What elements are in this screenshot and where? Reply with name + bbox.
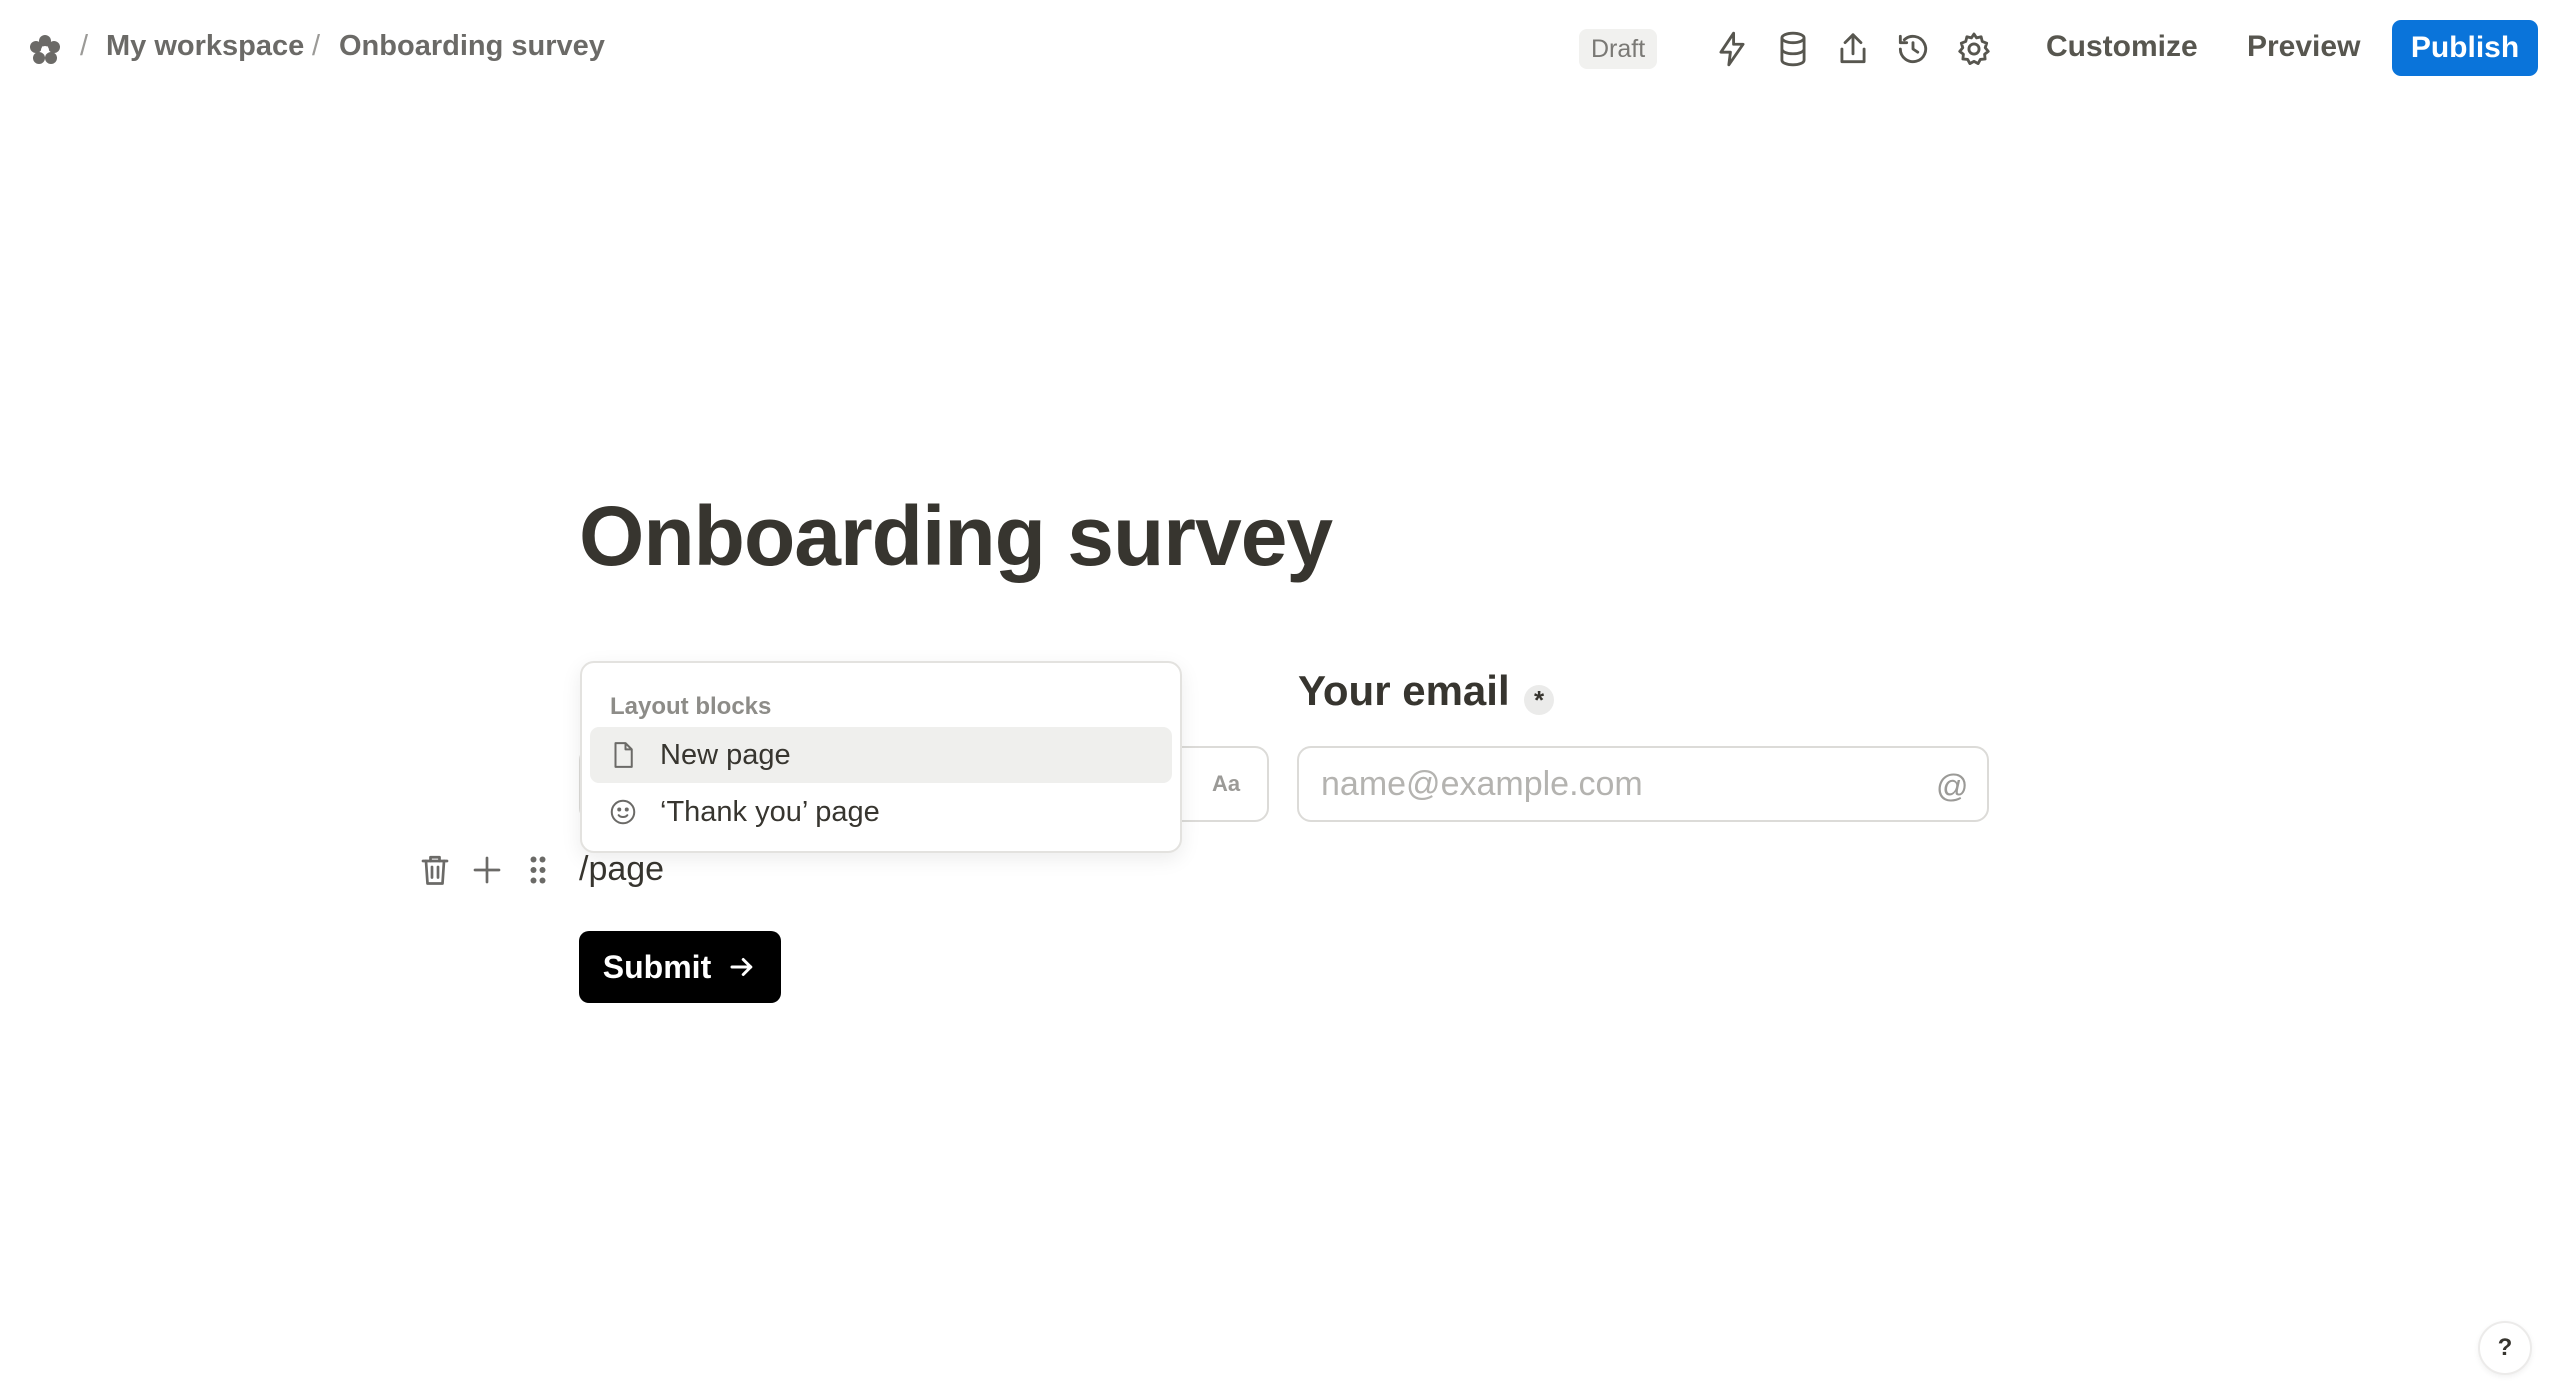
page-icon (614, 742, 633, 768)
menu-section-header: Layout blocks (610, 693, 772, 720)
required-icon[interactable]: * (1524, 685, 1554, 715)
add-block-icon[interactable] (469, 852, 505, 888)
menu-item-thank-you-page[interactable]: ‘Thank you’ page (590, 784, 1172, 840)
text-type-icon: Aa (1212, 771, 1241, 796)
share-icon[interactable] (1834, 30, 1872, 68)
publish-button[interactable]: Publish (2392, 20, 2538, 76)
menu-item-label: New page (660, 739, 791, 771)
database-icon[interactable] (1774, 30, 1812, 68)
slash-command-input[interactable]: /page (579, 850, 664, 889)
form-title[interactable]: Onboarding survey (579, 488, 1333, 585)
top-bar: / My workspace / Onboarding survey Draft… (0, 0, 2552, 98)
customize-button[interactable]: Customize (2046, 30, 2198, 64)
submit-button[interactable]: Submit (579, 931, 781, 1003)
preview-button[interactable]: Preview (2247, 30, 2360, 64)
trash-icon[interactable] (417, 852, 453, 888)
submit-label: Submit (602, 948, 712, 985)
settings-icon[interactable] (1955, 30, 1993, 68)
drag-handle-icon[interactable] (520, 852, 556, 888)
arrow-right-icon (730, 958, 753, 976)
email-field-label[interactable]: Your email (1298, 667, 1510, 715)
help-button[interactable]: ? (2478, 1321, 2532, 1375)
lightning-icon[interactable] (1713, 30, 1751, 68)
history-icon[interactable] (1894, 30, 1932, 68)
breadcrumb-workspace[interactable]: My workspace (106, 30, 304, 63)
email-field[interactable] (1297, 746, 1989, 822)
slash-command-menu: Layout blocks New page ‘Thank you’ page (580, 661, 1182, 853)
draft-status-badge: Draft (1579, 29, 1658, 69)
smiley-icon (610, 799, 636, 825)
breadcrumb-form[interactable]: Onboarding survey (339, 30, 605, 63)
email-type-icon: @ (1936, 768, 1969, 804)
breadcrumb-separator: / (80, 30, 89, 62)
breadcrumb-separator: / (312, 30, 321, 62)
workspace-logo-icon[interactable] (26, 31, 64, 69)
menu-item-label: ‘Thank you’ page (660, 796, 880, 828)
menu-item-new-page[interactable]: New page (590, 727, 1172, 783)
